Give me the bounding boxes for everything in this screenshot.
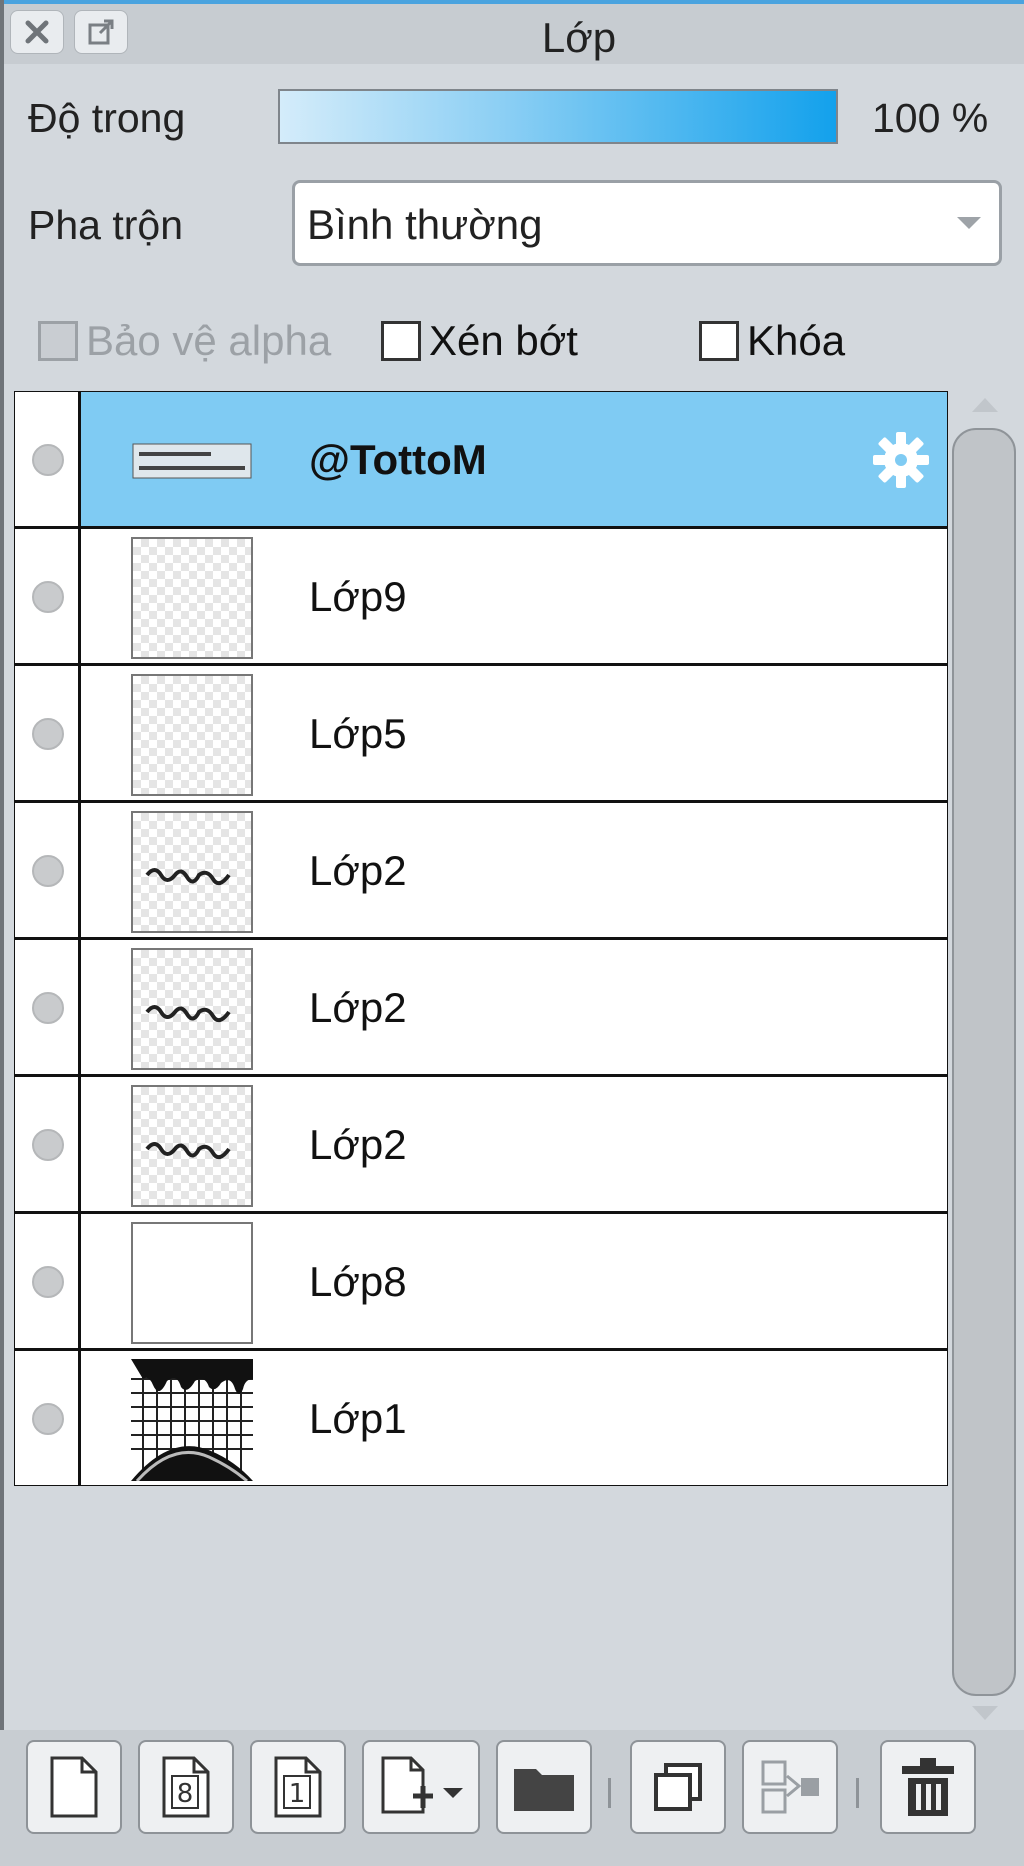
1bit-glyph: 1 [289,1779,306,1809]
8bit-glyph: 8 [177,1779,194,1809]
layer-name: Lớp2 [309,847,407,894]
grid-drip-thumbnail-image [131,1359,253,1483]
chevron-down-icon [957,217,981,229]
watermark-thumbnail-image [132,443,252,479]
blend-mode-select[interactable]: Bình thường [292,180,1002,266]
opacity-slider[interactable] [278,89,838,144]
script-text-thumbnail-image [145,1005,231,1023]
layer-thumbnail [131,674,253,796]
new-1bit-layer-button[interactable]: 1 [250,1740,346,1834]
delete-layer-button[interactable] [880,1740,976,1834]
visibility-toggle[interactable] [32,718,64,750]
visibility-column [15,392,81,526]
layer-row[interactable]: Lớp2 [15,940,947,1077]
layer-row[interactable]: Lớp1 [15,1351,947,1485]
toolbar-separator [608,1778,611,1808]
layer-thumbnail [131,400,253,522]
new-layer-icon [50,1756,98,1818]
layer-thumbnail [131,1085,253,1207]
visibility-column [15,940,81,1074]
toolbar-separator [856,1778,859,1808]
layer-row[interactable]: Lớp8 [15,1214,947,1351]
script-text-thumbnail-image [145,1142,231,1160]
layer-row[interactable]: Lớp9 [15,529,947,666]
gear-icon[interactable] [869,428,933,492]
visibility-column [15,529,81,663]
layer-thumbnail [131,1359,253,1483]
visibility-toggle[interactable] [32,992,64,1024]
window-title: Lớp [541,14,617,61]
visibility-toggle[interactable] [32,444,64,476]
duplicate-layer-button[interactable] [630,1740,726,1834]
lock-label: Khóa [747,317,846,364]
opacity-value: 100 % [872,95,989,141]
layer-thumbnail [131,1222,253,1344]
visibility-column [15,1351,81,1485]
visibility-toggle[interactable] [32,1403,64,1435]
visibility-column [15,1077,81,1211]
new-layer-button[interactable] [26,1740,122,1834]
layer-row[interactable]: Lớp2 [15,803,947,940]
lock-checkbox[interactable]: Khóa [699,317,846,364]
checkbox-box [381,321,421,361]
layer-thumbnail [131,537,253,659]
clipping-label: Xén bớt [429,317,578,364]
layer-toolbar: 8 1 [0,1730,1024,1866]
checkbox-box [699,321,739,361]
layer-name: Lớp8 [309,1258,407,1305]
layer-name: Lớp2 [309,1121,407,1168]
visibility-toggle[interactable] [32,581,64,613]
scrollbar-thumb[interactable] [952,428,1016,1696]
add-image-layer-icon [381,1756,463,1814]
blend-label: Pha trộn [28,202,183,248]
layer-name: Lớp1 [309,1395,407,1442]
visibility-column [15,666,81,800]
folder-icon [514,1769,574,1811]
script-text-thumbnail-image [145,868,231,886]
merge-down-button[interactable] [742,1740,838,1834]
scroll-up-arrow[interactable] [972,398,998,412]
layer-name: @TottoM [309,436,487,483]
8bit-layer-icon: 8 [162,1756,210,1818]
blend-mode-value: Bình thường [307,201,543,248]
layer-thumbnail [131,948,253,1070]
visibility-column [15,803,81,937]
layer-name: Lớp2 [309,984,407,1031]
visibility-toggle[interactable] [32,1129,64,1161]
visibility-toggle[interactable] [32,1266,64,1298]
add-layer-menu-button[interactable] [362,1740,480,1834]
clipping-checkbox[interactable]: Xén bớt [381,317,578,364]
checkbox-box [38,321,78,361]
scroll-down-arrow[interactable] [972,1706,998,1720]
title-bar: Lớp [4,4,1024,64]
duplicate-layer-icon [654,1763,702,1811]
window-left-border [0,0,4,1866]
new-folder-button[interactable] [496,1740,592,1834]
visibility-column [15,1214,81,1348]
chevron-down-icon [443,1788,463,1798]
visibility-toggle[interactable] [32,855,64,887]
layer-row[interactable]: Lớp2 [15,1077,947,1214]
layer-row[interactable]: Lớp5 [15,666,947,803]
layer-row-selected[interactable]: @TottoM [15,392,947,529]
protect-alpha-label: Bảo vệ alpha [86,317,332,364]
1bit-layer-icon: 1 [274,1756,322,1818]
protect-alpha-checkbox[interactable]: Bảo vệ alpha [38,317,332,364]
merge-down-icon [761,1760,819,1814]
new-8bit-layer-button[interactable]: 8 [138,1740,234,1834]
trash-icon [902,1758,954,1816]
opacity-label: Độ trong [28,95,186,141]
layer-name: Lớp5 [309,710,407,757]
layer-thumbnail [131,811,253,933]
layer-name: Lớp9 [309,573,407,620]
layer-list[interactable]: @TottoM Lớp9 Lớp5 Lớp2 Lớp2 Lớp2 Lớp8 Lớ… [14,391,948,1486]
